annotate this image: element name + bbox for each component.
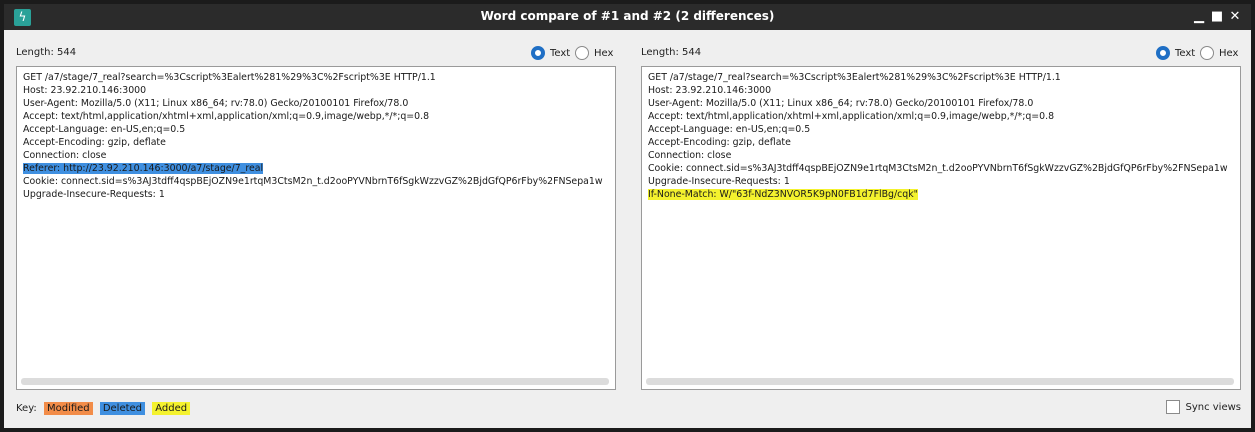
right-hex-radio-option[interactable]: Hex [1200, 44, 1238, 62]
right-line: If-None-Match: W/"63f-NdZ3NVOR5K9pN0FB1d… [648, 188, 1228, 201]
right-line-text: Cookie: connect.sid=s%3AJ3tdff4qspBEjOZN… [648, 163, 1228, 174]
left-line: Host: 23.92.210.146:3000 [23, 84, 603, 97]
right-line-text: Accept: text/html,application/xhtml+xml,… [648, 111, 1055, 122]
sync-views-option[interactable]: Sync views [1166, 400, 1241, 414]
sync-views-label: Sync views [1185, 401, 1241, 413]
left-line: Upgrade-Insecure-Requests: 1 [23, 188, 603, 201]
added-chip: Added [152, 402, 191, 415]
left-line-text: Host: 23.92.210.146:3000 [23, 85, 147, 96]
left-length-label: Length: 544 [16, 47, 77, 58]
left-text-radio-option[interactable]: Text [531, 44, 570, 62]
left-line: Connection: close [23, 149, 603, 162]
title-bar: ϟ Word compare of #1 and #2 (2 differenc… [4, 4, 1251, 30]
compare-window: ϟ Word compare of #1 and #2 (2 differenc… [4, 4, 1251, 428]
right-line: Cookie: connect.sid=s%3AJ3tdff4qspBEjOZN… [648, 162, 1228, 175]
left-line-text: Accept: text/html,application/xhtml+xml,… [23, 111, 430, 122]
right-horizontal-scrollbar[interactable] [646, 378, 1234, 385]
right-line: Accept-Encoding: gzip, deflate [648, 136, 1228, 149]
right-line-text: Host: 23.92.210.146:3000 [648, 85, 772, 96]
left-text-label: Text [550, 47, 571, 59]
right-line: Upgrade-Insecure-Requests: 1 [648, 175, 1228, 188]
legend-key: Key: Modified Deleted Added [16, 402, 191, 418]
right-line: GET /a7/stage/7_real?search=%3Cscript%3E… [648, 71, 1228, 84]
right-hex-label: Hex [1219, 47, 1239, 59]
left-line: Cookie: connect.sid=s%3AJ3tdff4qspBEjOZN… [23, 175, 603, 188]
left-hex-radio-option[interactable]: Hex [575, 44, 613, 62]
left-line-text: Accept-Encoding: gzip, deflate [23, 137, 166, 148]
left-hex-label: Hex [594, 47, 614, 59]
key-label: Key: [16, 403, 37, 414]
left-line: User-Agent: Mozilla/5.0 (X11; Linux x86_… [23, 97, 603, 110]
left-line: Accept: text/html,application/xhtml+xml,… [23, 110, 603, 123]
close-icon[interactable]: ✕ [1226, 8, 1244, 26]
maximize-icon[interactable]: ■ [1208, 8, 1226, 26]
right-panel-header: Length: 544 Text Hex [641, 44, 1241, 62]
minimize-icon[interactable]: ▁ [1190, 8, 1208, 26]
right-hex-radio[interactable] [1200, 46, 1214, 60]
left-line-text: Upgrade-Insecure-Requests: 1 [23, 189, 165, 200]
left-line-text: Accept-Language: en-US,en;q=0.5 [23, 124, 186, 135]
right-text-radio[interactable] [1156, 46, 1170, 60]
left-text-area[interactable]: GET /a7/stage/7_real?search=%3Cscript%3E… [16, 66, 616, 390]
left-line-text: User-Agent: Mozilla/5.0 (X11; Linux x86_… [23, 98, 409, 109]
left-line-text: GET /a7/stage/7_real?search=%3Cscript%3E… [23, 72, 436, 83]
right-line-text: If-None-Match: W/"63f-NdZ3NVOR5K9pN0FB1d… [648, 189, 918, 200]
right-line: User-Agent: Mozilla/5.0 (X11; Linux x86_… [648, 97, 1228, 110]
left-panel-header: Length: 544 Text Hex [16, 44, 616, 62]
right-line: Accept-Language: en-US,en;q=0.5 [648, 123, 1228, 136]
right-text-lines: GET /a7/stage/7_real?search=%3Cscript%3E… [648, 71, 1228, 201]
right-line: Accept: text/html,application/xhtml+xml,… [648, 110, 1228, 123]
left-text-radio[interactable] [531, 46, 545, 60]
window-title: Word compare of #1 and #2 (2 differences… [480, 9, 775, 23]
left-line: GET /a7/stage/7_real?search=%3Cscript%3E… [23, 71, 603, 84]
right-line: Host: 23.92.210.146:3000 [648, 84, 1228, 97]
right-length-label: Length: 544 [641, 47, 702, 58]
left-line-text: Connection: close [23, 150, 107, 161]
left-line: Referer: http://23.92.210.146:3000/a7/st… [23, 162, 603, 175]
left-text-lines: GET /a7/stage/7_real?search=%3Cscript%3E… [23, 71, 603, 201]
right-line-text: Connection: close [648, 150, 732, 161]
sync-views-checkbox[interactable] [1166, 400, 1181, 414]
right-text-radio-option[interactable]: Text [1156, 44, 1195, 62]
modified-chip: Modified [43, 402, 93, 415]
left-line: Accept-Encoding: gzip, deflate [23, 136, 603, 149]
right-line-text: User-Agent: Mozilla/5.0 (X11; Linux x86_… [648, 98, 1034, 109]
left-line-text: Cookie: connect.sid=s%3AJ3tdff4qspBEjOZN… [23, 176, 603, 187]
right-line: Connection: close [648, 149, 1228, 162]
left-hex-radio[interactable] [575, 46, 589, 60]
right-line-text: Accept-Encoding: gzip, deflate [648, 137, 791, 148]
right-text-area[interactable]: GET /a7/stage/7_real?search=%3Cscript%3E… [641, 66, 1241, 390]
right-line-text: GET /a7/stage/7_real?search=%3Cscript%3E… [648, 72, 1061, 83]
left-line: Accept-Language: en-US,en;q=0.5 [23, 123, 603, 136]
right-line-text: Accept-Language: en-US,en;q=0.5 [648, 124, 811, 135]
left-horizontal-scrollbar[interactable] [21, 378, 609, 385]
left-line-text: Referer: http://23.92.210.146:3000/a7/st… [23, 163, 264, 174]
right-line-text: Upgrade-Insecure-Requests: 1 [648, 176, 790, 187]
deleted-chip: Deleted [99, 402, 146, 415]
right-text-label: Text [1175, 47, 1196, 59]
